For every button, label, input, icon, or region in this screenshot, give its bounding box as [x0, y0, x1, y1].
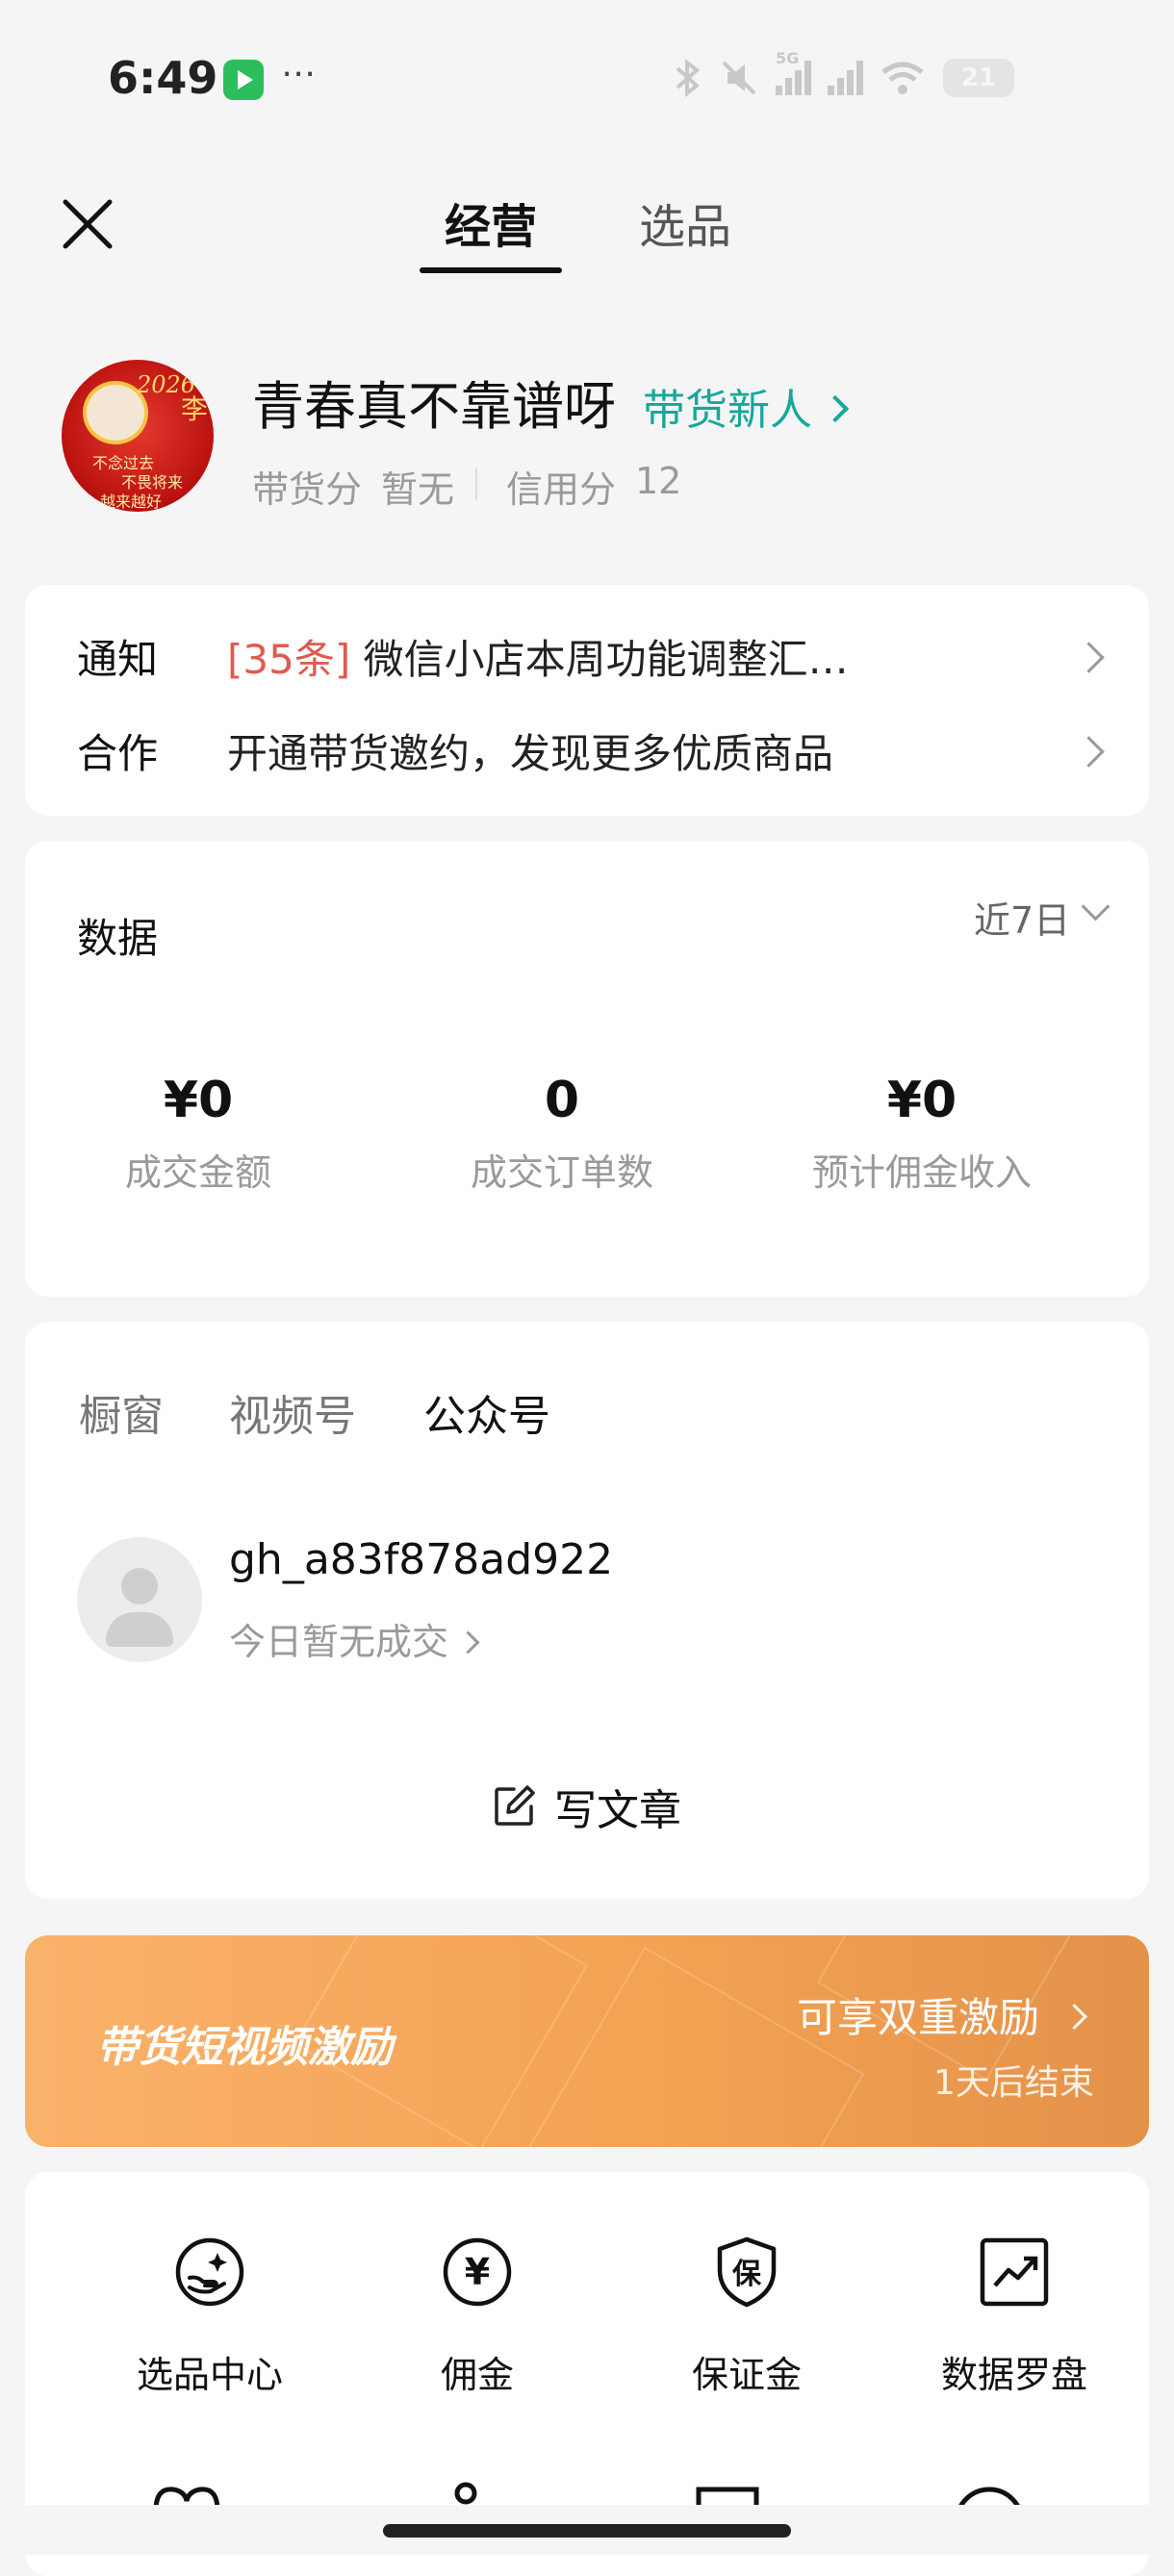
hand-star-icon — [175, 2237, 244, 2307]
chevron-down-icon — [1081, 892, 1110, 922]
tool-product-center[interactable]: 选品中心 — [75, 2235, 345, 2398]
close-icon[interactable] — [60, 196, 117, 254]
banner-cta-label: 可享双重激励 — [797, 1994, 1040, 2041]
trend-chart-icon — [980, 2237, 1049, 2307]
channel-card: 橱窗 视频号 公众号 gh_a83f878ad922 今日暂无成交 写文章 — [25, 1322, 1149, 1899]
tool-label: 选品中心 — [136, 2354, 283, 2396]
date-range-dropdown[interactable]: 近7日 — [949, 870, 1122, 966]
signal-icon — [828, 61, 863, 95]
notice-text: 微信小店本周功能调整汇… — [363, 636, 849, 683]
status-time: 6:49 — [108, 52, 218, 104]
tab-operations[interactable]: 经营 — [445, 189, 537, 256]
tool-data-compass[interactable]: 数据罗盘 — [880, 2235, 1149, 2398]
cooperation-label: 合作 — [77, 730, 159, 777]
metric-commission[interactable]: ¥0 预计佣金收入 — [749, 1072, 1095, 1196]
banner-countdown: 1天后结束 — [933, 2063, 1094, 2103]
notice-count: [35条] — [227, 636, 351, 683]
data-card: 数据 近7日 ¥0 成交金额 0 成交订单数 ¥0 预计佣金收入 — [25, 841, 1149, 1297]
metric-value: 0 — [544, 1072, 580, 1129]
tool-label: 保证金 — [691, 2354, 802, 2396]
active-tab-indicator — [420, 267, 562, 273]
divider — [475, 467, 477, 500]
edit-icon — [495, 1785, 535, 1826]
notice-card: 通知 [35条] 微信小店本周功能调整汇… 合作 开通带货邀约，发现更多优质商品 — [25, 585, 1149, 816]
seller-level-badge[interactable]: 带货新人 — [643, 375, 850, 437]
tab-showcase[interactable]: 橱窗 — [79, 1381, 164, 1443]
shield-bao-icon: 保 — [717, 2236, 777, 2308]
data-title: 数据 — [77, 915, 159, 962]
profile-name: 青春真不靠谱呀 — [252, 376, 616, 437]
metric-label: 成交金额 — [124, 1151, 271, 1194]
tool-deposit[interactable]: 保 保证金 — [612, 2235, 881, 2398]
yen-circle-icon: ¥ — [443, 2237, 512, 2307]
mute-icon — [722, 61, 756, 95]
sales-score-label: 带货分 — [252, 468, 363, 511]
avatar[interactable]: 2026 李 不念过去 不畏将来 越来越好 — [62, 360, 214, 512]
status-icons: 5G 21 — [674, 49, 1014, 100]
write-article-button[interactable]: 写文章 — [493, 1776, 681, 1837]
svg-text:¥: ¥ — [465, 2251, 490, 2293]
metric-orders[interactable]: 0 成交订单数 — [389, 1072, 735, 1196]
svg-text:保: 保 — [732, 2258, 762, 2291]
metric-value: ¥0 — [163, 1072, 234, 1129]
chevron-right-icon — [1061, 2004, 1088, 2030]
chevron-right-icon — [1073, 642, 1105, 673]
tool-label: 佣金 — [440, 2354, 514, 2396]
avatar-line3: 越来越好 — [100, 492, 163, 511]
notice-row[interactable]: 通知 [35条] 微信小店本周功能调整汇… — [25, 585, 1149, 700]
banner-title: 带货短视频激励 — [96, 2023, 393, 2072]
app-notification-icon — [223, 60, 264, 100]
write-article-label: 写文章 — [554, 1786, 681, 1835]
account-avatar — [77, 1537, 202, 1662]
incentive-banner[interactable]: 带货短视频激励 可享双重激励 1天后结束 — [25, 1935, 1149, 2147]
chevron-right-icon — [1073, 736, 1105, 768]
tool-label: 数据罗盘 — [940, 2354, 1087, 2396]
tab-channels[interactable]: 视频号 — [229, 1381, 356, 1443]
account-sales-status[interactable]: 今日暂无成交 — [229, 1612, 480, 1665]
metric-label: 预计佣金收入 — [811, 1151, 1032, 1194]
network-label: 5G — [776, 49, 800, 67]
credit-score-label: 信用分 — [506, 468, 617, 511]
chevron-right-icon — [456, 1630, 480, 1654]
metric-gmv[interactable]: ¥0 成交金额 — [25, 1072, 371, 1196]
tab-product-selection[interactable]: 选品 — [639, 189, 731, 256]
more-notifications-icon: ⋯ — [281, 54, 318, 93]
signal-5g-icon: 5G — [776, 49, 811, 95]
cooperation-row[interactable]: 合作 开通带货邀约，发现更多优质商品 — [25, 700, 1149, 816]
tool-commission[interactable]: ¥ 佣金 — [343, 2235, 612, 2398]
bluetooth-icon — [676, 59, 701, 97]
metric-label: 成交订单数 — [470, 1151, 653, 1194]
date-range-label: 近7日 — [974, 899, 1071, 942]
avatar-char: 李 — [181, 393, 209, 425]
chevron-right-icon — [821, 394, 850, 423]
notice-label: 通知 — [77, 636, 159, 683]
banner-cta[interactable]: 可享双重激励 — [797, 1985, 1088, 2044]
account-sales-status-text: 今日暂无成交 — [229, 1621, 449, 1663]
battery-icon: 21 — [943, 59, 1014, 97]
wifi-icon — [881, 62, 924, 94]
sales-score-value: 暂无 — [381, 468, 455, 511]
tab-official-account[interactable]: 公众号 — [423, 1381, 550, 1443]
credit-score-value: 12 — [635, 460, 682, 502]
seller-level-label: 带货新人 — [643, 386, 812, 435]
home-indicator[interactable] — [383, 2524, 791, 2538]
cooperation-text: 开通带货邀约，发现更多优质商品 — [227, 730, 834, 777]
account-name: gh_a83f878ad922 — [229, 1535, 614, 1584]
metric-value: ¥0 — [886, 1072, 957, 1129]
